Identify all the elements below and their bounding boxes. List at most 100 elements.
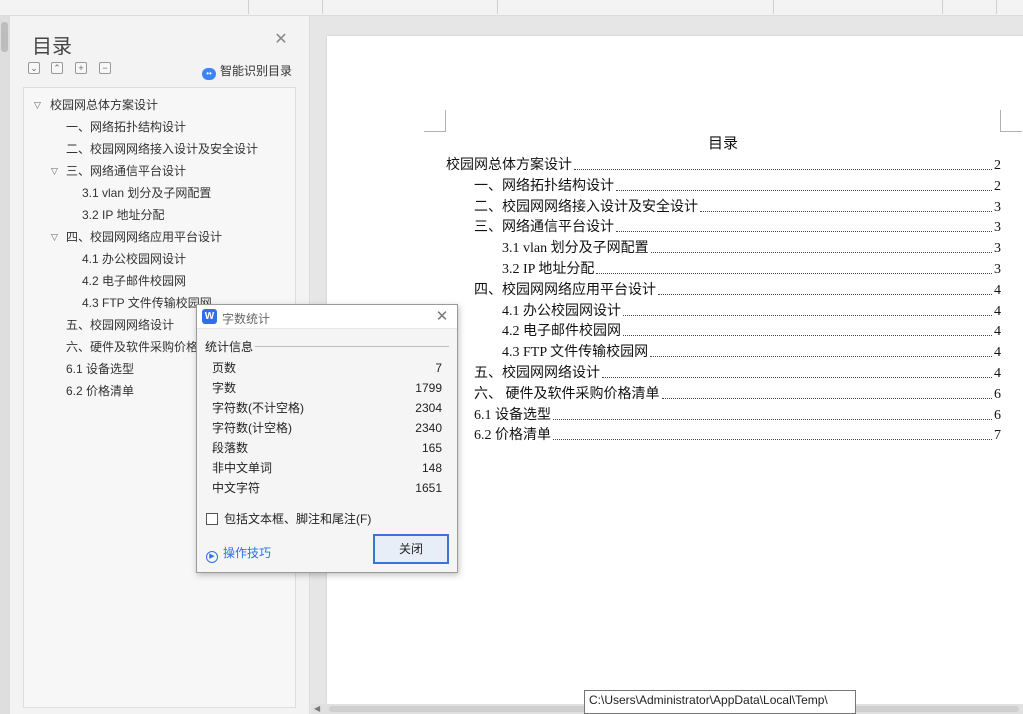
stat-row: 字符数(不计空格) 2304 (212, 399, 442, 417)
toc-tree-item[interactable]: 4.3 FTP 文件传输校园网 (82, 294, 212, 312)
document-toc-entry[interactable]: 6.2 价格清单 7 (474, 424, 1001, 444)
toc-tree-item[interactable]: 6.1 设备选型 (66, 360, 134, 378)
toc-tree-item[interactable]: 六、硬件及软件采购价格 (66, 338, 198, 356)
toc-entry-page: 4 (994, 345, 1001, 360)
stat-row: 字数 1799 (212, 379, 442, 397)
checkbox-box[interactable] (206, 513, 218, 525)
stat-label: 中文字符 (212, 481, 261, 495)
toc-entry-text: 一、网络拓扑结构设计 (474, 179, 614, 194)
document-toc-entry[interactable]: 二、校园网网络接入设计及安全设计 3 (474, 196, 1001, 216)
stat-label: 字符数(计空格) (212, 421, 292, 435)
document-toc-entry[interactable]: 4.2 电子邮件校园网 4 (502, 320, 1001, 340)
toc-entry-page: 4 (994, 366, 1001, 381)
toc-entry-text: 二、校园网网络接入设计及安全设计 (474, 200, 698, 215)
document-toc-entry[interactable]: 五、校园网网络设计 4 (474, 362, 1001, 382)
checkbox-label: 包括文本框、脚注和尾注(F) (224, 512, 372, 526)
document-toc-entry[interactable]: 3.2 IP 地址分配 3 (502, 258, 1001, 278)
stat-label: 非中文单词 (212, 461, 273, 475)
toc-entry-page: 4 (994, 304, 1001, 319)
toc-entry-text: 三、网络通信平台设计 (474, 220, 614, 235)
stat-row: 段落数 165 (212, 439, 442, 457)
chevron-down-icon[interactable]: ▽ (34, 96, 41, 114)
stat-value: 148 (421, 461, 442, 475)
document-toc-entry[interactable]: 一、网络拓扑结构设计 2 (474, 175, 1001, 195)
left-scroll-rail[interactable] (0, 16, 10, 714)
stat-label: 页数 (212, 361, 237, 375)
toc-leader-dots (596, 273, 992, 274)
expand-all-icon[interactable]: ⌃ (51, 62, 63, 74)
document-toc-entry[interactable]: 4.3 FTP 文件传输校园网 4 (502, 341, 1001, 361)
stat-value: 1799 (415, 381, 442, 395)
dialog-title: 字数统计 (222, 312, 271, 326)
document-toc-entry[interactable]: 三、网络通信平台设计 3 (474, 216, 1001, 236)
tips-link[interactable]: ▶ 操作技巧 (206, 544, 271, 563)
stat-row: 页数 7 (212, 359, 442, 377)
smart-toc-button[interactable]: •• 智能识别目录 (202, 62, 292, 80)
left-scroll-thumb[interactable] (1, 22, 8, 52)
document-toc-entry[interactable]: 3.1 vlan 划分及子网配置 3 (502, 237, 1001, 257)
toc-entry-page: 6 (994, 408, 1001, 423)
toc-leader-dots (623, 315, 992, 316)
toc-leader-dots (650, 356, 992, 357)
toc-tree-item[interactable]: 一、网络拓扑结构设计 (66, 118, 186, 136)
collapse-all-icon[interactable]: ⌄ (28, 62, 40, 74)
toc-entry-page: 4 (994, 324, 1001, 339)
chevron-down-icon[interactable]: ▽ (51, 162, 58, 180)
stat-label: 字符数(不计空格) (212, 401, 304, 415)
toc-entry-page: 3 (994, 241, 1001, 256)
close-icon[interactable]: ✕ (273, 32, 289, 48)
stat-label: 字数 (212, 381, 237, 395)
toc-tree-item[interactable]: 四、校园网网络应用平台设计 (66, 228, 222, 246)
toc-tree-item[interactable]: 三、网络通信平台设计 (66, 162, 186, 180)
toc-tree-item[interactable]: 4.2 电子邮件校园网 (82, 272, 186, 290)
file-path-text: C:\Users\Administrator\AppData\Local\Tem… (589, 693, 828, 707)
toc-entry-text: 四、校园网网络应用平台设计 (474, 283, 656, 298)
wps-logo-icon: W (202, 309, 217, 324)
chevron-down-icon[interactable]: ▽ (51, 228, 58, 246)
document-toc-entry[interactable]: 六、 硬件及软件采购价格清单 6 (474, 383, 1001, 403)
toc-entry-text: 六、 硬件及软件采购价格清单 (474, 387, 660, 402)
toolbar-separator (773, 0, 774, 14)
toc-tree-item[interactable]: 4.1 办公校园网设计 (82, 250, 186, 268)
include-textboxes-checkbox[interactable]: 包括文本框、脚注和尾注(F) (206, 510, 371, 527)
toc-tree-item[interactable]: 3.1 vlan 划分及子网配置 (82, 184, 211, 202)
close-button[interactable]: 关闭 (373, 534, 449, 564)
toc-leader-dots (602, 377, 992, 378)
toc-entry-text: 五、校园网网络设计 (474, 366, 600, 381)
document-toc-entry[interactable]: 6.1 设备选型 6 (474, 404, 1001, 424)
toc-panel-title: 目录 (32, 36, 72, 58)
document-toc-heading: 目录 (708, 136, 739, 152)
toc-entry-page: 2 (994, 179, 1001, 194)
toolbar-separator (248, 0, 249, 14)
remove-level-icon[interactable]: − (99, 62, 111, 74)
close-icon[interactable]: ✕ (434, 308, 450, 326)
toc-entry-text: 校园网总体方案设计 (446, 158, 572, 173)
toc-entry-text: 6.2 价格清单 (474, 428, 551, 443)
toc-entry-text: 4.2 电子邮件校园网 (502, 324, 621, 339)
toc-tree-item[interactable]: 五、校园网网络设计 (66, 316, 174, 334)
smart-toc-label: 智能识别目录 (220, 64, 293, 78)
toolbar-separator (322, 0, 323, 14)
document-toc-entry[interactable]: 4.1 办公校园网设计 4 (502, 300, 1001, 320)
stat-value: 2304 (415, 401, 442, 415)
page-corner-mark (1000, 110, 1022, 132)
toc-entry-page: 6 (994, 387, 1001, 402)
toc-entry-page: 2 (994, 158, 1001, 173)
stat-value: 1651 (415, 481, 442, 495)
toc-leader-dots (616, 190, 992, 191)
add-level-icon[interactable]: + (75, 62, 87, 74)
dialog-titlebar[interactable]: W 字数统计 ✕ (197, 305, 457, 329)
toc-tree-item[interactable]: 6.2 价格清单 (66, 382, 134, 400)
toc-entry-page: 3 (994, 262, 1001, 277)
toc-tree-item[interactable]: 3.2 IP 地址分配 (82, 206, 164, 224)
toc-leader-dots (658, 294, 992, 295)
toc-tree-item[interactable]: 校园网总体方案设计 (50, 96, 158, 114)
scroll-left-icon[interactable]: ◀ (314, 704, 320, 713)
toc-entry-text: 4.1 办公校园网设计 (502, 304, 621, 319)
document-toc-entry[interactable]: 校园网总体方案设计 2 (446, 154, 1001, 174)
section-divider (255, 346, 449, 347)
toc-entry-text: 6.1 设备选型 (474, 408, 551, 423)
toc-entry-page: 3 (994, 220, 1001, 235)
document-toc-entry[interactable]: 四、校园网网络应用平台设计 4 (474, 279, 1001, 299)
toc-tree-item[interactable]: 二、校园网网络接入设计及安全设计 (66, 140, 258, 158)
